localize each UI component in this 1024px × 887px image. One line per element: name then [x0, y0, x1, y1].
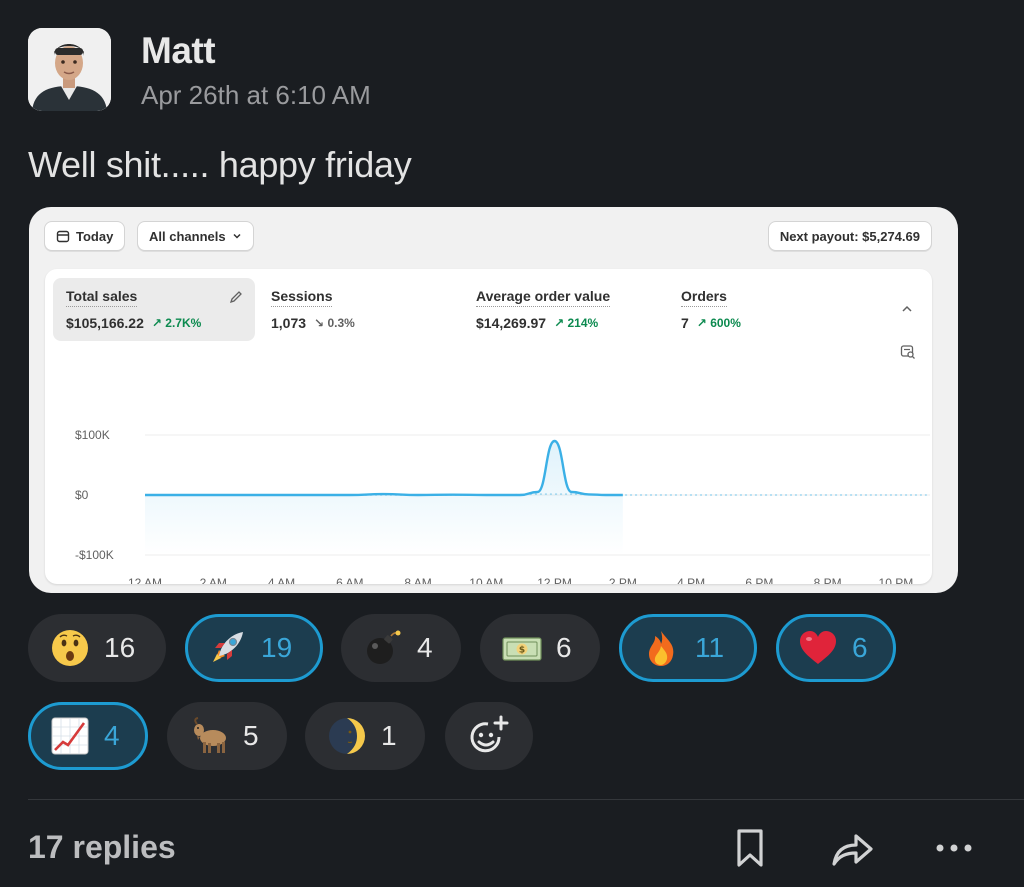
astonished-face-icon: [52, 630, 88, 666]
x-tick-label: 12 AM: [128, 576, 162, 584]
x-tick-label: 12 PM: [537, 576, 572, 584]
reaction-count: 4: [417, 632, 433, 663]
metric-sessions: Sessions 1,073 ↘ 0.3%: [258, 278, 460, 341]
add-reaction-icon: [470, 715, 509, 753]
message-text: Well shit..... happy friday: [28, 144, 412, 185]
reaction-fire[interactable]: 11: [619, 614, 757, 682]
reaction-count: 19: [261, 632, 293, 663]
chevron-up-icon: [902, 305, 912, 312]
arrow-up-icon: ↗: [151, 316, 162, 330]
reaction-moon[interactable]: 1: [305, 702, 425, 770]
metric-orders: Orders 7 ↗ 600%: [668, 278, 870, 341]
next-payout-label: Next payout: $5,274.69: [779, 228, 920, 244]
image-attachment[interactable]: Today All channels Next payout: $5,274.6…: [29, 207, 958, 593]
chart-increasing-icon: [51, 717, 89, 755]
pencil-icon: [229, 291, 242, 304]
reaction-goat[interactable]: 5: [167, 702, 287, 770]
reaction-heart[interactable]: 6: [776, 614, 896, 682]
x-tick-label: 8 PM: [814, 576, 842, 584]
reaction-bomb[interactable]: 4: [341, 614, 461, 682]
share-icon[interactable]: [830, 826, 874, 870]
analytics-card: Total sales $105,166.22 ↗ 2.7K% Sessions…: [45, 269, 932, 584]
sales-line-chart: $100K $0 -$100K 12 AM 2 AM 4 AM 6 AM 8 AM 10 AM…: [75, 428, 930, 584]
x-tick-label: 4 AM: [268, 576, 295, 584]
red-heart-icon: [800, 631, 836, 664]
goat-icon: [194, 717, 226, 753]
metric-value: 1,073: [271, 315, 307, 331]
channel-filter-label: All channels: [149, 228, 226, 244]
channel-filter-button: All channels: [137, 221, 254, 251]
reaction-count: 6: [852, 632, 868, 663]
divider: [28, 799, 1024, 800]
dollar-banknote-icon: $: [502, 637, 542, 661]
reaction-count: 5: [243, 720, 259, 751]
reaction-count: 16: [104, 632, 136, 663]
reaction-count: 6: [556, 632, 572, 663]
chart-search-icon: [900, 345, 915, 359]
add-reaction-button[interactable]: [445, 702, 533, 770]
metric-total-sales: Total sales $105,166.22 ↗ 2.7K%: [53, 278, 255, 341]
y-tick-label: $0: [75, 488, 89, 502]
bomb-icon: [367, 630, 401, 664]
x-tick-label: 6 PM: [745, 576, 773, 584]
avatar[interactable]: [28, 28, 111, 111]
x-tick-label: 8 AM: [404, 576, 431, 584]
y-tick-label: -$100K: [75, 548, 114, 562]
moon-face-icon: [329, 718, 365, 754]
x-tick-label: 4 PM: [677, 576, 705, 584]
x-tick-label: 10 PM: [879, 576, 914, 584]
metric-delta: 0.3%: [327, 316, 355, 330]
bookmark-icon[interactable]: [728, 826, 772, 870]
metric-value: $105,166.22: [66, 315, 144, 331]
metric-delta: 2.7K%: [165, 316, 202, 330]
reaction-count: 1: [381, 720, 397, 751]
replies-link[interactable]: 17 replies: [28, 829, 176, 866]
reaction-chart-increasing[interactable]: 4: [28, 702, 148, 770]
date-filter-button: Today: [44, 221, 126, 251]
reaction-astonished[interactable]: 16: [28, 614, 166, 682]
x-tick-label: 6 AM: [336, 576, 363, 584]
message-timestamp[interactable]: Apr 26th at 6:10 AM: [141, 80, 371, 111]
x-tick-label: 2 AM: [200, 576, 227, 584]
svg-text:$: $: [519, 646, 525, 656]
reaction-count: 11: [695, 632, 725, 663]
metric-delta: 214%: [567, 316, 599, 330]
more-actions-icon[interactable]: [932, 826, 976, 870]
metric-label: Sessions: [271, 288, 333, 307]
metric-label: Total sales: [66, 288, 138, 307]
metric-average-order-value: Average order value $14,269.97 ↗ 214%: [463, 278, 673, 341]
arrow-down-icon: ↘: [314, 316, 325, 330]
reaction-money[interactable]: $ 6: [480, 614, 600, 682]
reaction-count: 4: [104, 720, 120, 751]
series-area-apr-25: [145, 441, 623, 555]
metric-delta: 600%: [710, 316, 741, 330]
rocket-icon: [213, 632, 243, 662]
reaction-rocket[interactable]: 19: [185, 614, 323, 682]
metric-value: $14,269.97: [476, 315, 547, 331]
arrow-up-icon: ↗: [554, 316, 565, 330]
metric-value: 7: [681, 315, 689, 331]
date-filter-label: Today: [76, 228, 114, 244]
chevron-down-icon: [233, 233, 241, 239]
fire-icon: [649, 631, 674, 666]
metric-label: Orders: [681, 288, 727, 307]
next-payout-badge: Next payout: $5,274.69: [767, 221, 932, 251]
arrow-up-icon: ↗: [696, 316, 707, 330]
x-tick-label: 10 AM: [469, 576, 503, 584]
y-tick-label: $100K: [75, 428, 110, 442]
x-tick-label: 2 PM: [609, 576, 637, 584]
author-name[interactable]: Matt: [141, 30, 216, 72]
calendar-icon: [56, 230, 70, 243]
metric-label: Average order value: [476, 288, 611, 307]
